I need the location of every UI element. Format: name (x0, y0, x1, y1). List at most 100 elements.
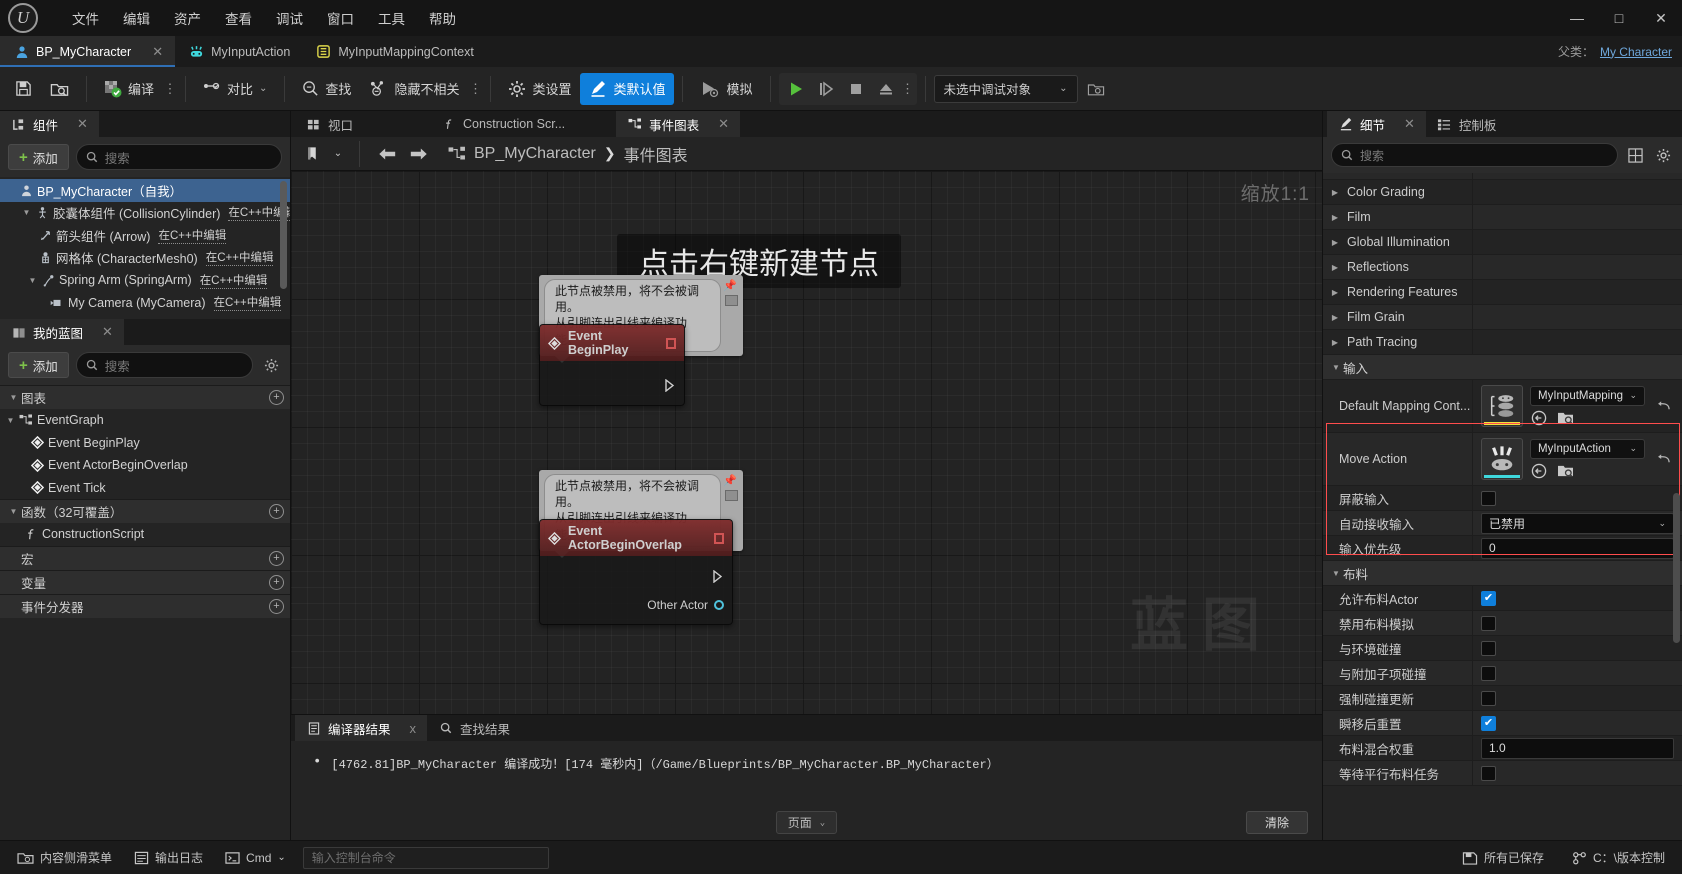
blueprint-graph-canvas[interactable]: 缩放1:1 蓝图 点击右键新建节点 此节点被禁用，将不会被调用。 从引脚连出引线… (291, 171, 1322, 714)
component-row-capsule[interactable]: ▼ 胶囊体组件 (CollisionCylinder) 在C++中编辑 (0, 202, 290, 225)
edit-in-cpp-link[interactable]: 在C++中编辑 (158, 227, 227, 244)
use-selected-icon[interactable] (1530, 462, 1548, 480)
class-defaults-button[interactable]: 类默认值 (580, 72, 675, 105)
simulate-button[interactable]: 模拟 (691, 73, 761, 105)
section-header-functions[interactable]: ▼ 函数（32可覆盖） + (0, 499, 290, 523)
menu-help[interactable]: 帮助 (417, 3, 468, 33)
add-macro-button[interactable]: + (269, 550, 284, 566)
components-tab-close-icon[interactable]: ✕ (77, 116, 88, 132)
play-options-kebab[interactable]: ⋮ (901, 73, 915, 105)
expand-arrow[interactable]: ▼ (4, 416, 17, 425)
category-row-film-grain[interactable]: ▶ Film Grain (1323, 305, 1682, 330)
hide-options-kebab[interactable]: ⋮ (468, 73, 482, 105)
parent-class-link[interactable]: My Character (1600, 45, 1672, 59)
checkbox-allow-cloth-actors[interactable] (1481, 590, 1496, 606)
add-function-button[interactable]: + (269, 504, 284, 519)
details-search-input[interactable]: 搜索 (1331, 143, 1618, 167)
content-drawer-button[interactable]: 内容侧滑菜单 (8, 845, 121, 871)
maximize-button[interactable]: □ (1598, 0, 1640, 36)
tab-find-results[interactable]: 查找结果 (427, 715, 521, 741)
collapse-arrow[interactable]: ▼ (6, 507, 21, 516)
my-blueprint-search-input[interactable]: 搜索 (75, 352, 253, 378)
edit-in-cpp-link[interactable]: 在C++中编辑 (213, 294, 282, 312)
page-selector[interactable]: 页面 ⌄ (775, 811, 838, 834)
tree-item-event-tick[interactable]: Event Tick (0, 477, 290, 500)
tab-construction-script[interactable]: Construction Scr... (430, 111, 576, 137)
compile-options-kebab[interactable]: ⋮ (163, 73, 177, 105)
gear-icon[interactable] (1652, 144, 1674, 166)
chevron-right-icon[interactable]: ▶ (1328, 313, 1342, 322)
debug-browse-icon[interactable] (1078, 73, 1114, 105)
asset-thumbnail-input-mapping-context[interactable] (1481, 385, 1523, 427)
browse-icon[interactable] (1556, 462, 1574, 480)
menu-file[interactable]: 文件 (60, 3, 111, 33)
section-header-graphs[interactable]: ▼ 图表 + (0, 385, 290, 409)
node-output-pin-other-actor[interactable]: Other Actor (647, 598, 724, 612)
section-header-macros[interactable]: ▼ 宏 + (0, 545, 290, 570)
blueprint-node-event-actorbeginoverlap[interactable]: Event ActorBeginOverlap Other Actor (539, 519, 733, 625)
results-tab-close-icon[interactable]: x (410, 721, 417, 736)
tab-details[interactable]: 细节 ✕ (1327, 111, 1426, 137)
stop-button[interactable] (841, 74, 871, 104)
asset-tab-bp-mycharacter[interactable]: BP_MyCharacter ✕ (0, 36, 176, 67)
details-property-list[interactable]: ▶ Color Grading ▶ Film ▶ Global Illuminatio… (1323, 173, 1682, 840)
save-button[interactable] (6, 73, 41, 105)
collapse-arrow[interactable]: ▼ (6, 393, 21, 402)
category-row-path-tracing[interactable]: ▶ Path Tracing (1323, 330, 1682, 355)
browse-button[interactable] (41, 73, 78, 105)
exec-output-pin[interactable] (713, 570, 724, 583)
section-header-variables[interactable]: ▼ 变量 + (0, 569, 290, 594)
my-blueprint-tab-close-icon[interactable]: ✕ (102, 324, 113, 340)
checkbox-collide-with-environment[interactable] (1481, 640, 1496, 656)
asset-tab-myinputmappingcontext[interactable]: MyInputMappingContext (302, 36, 486, 67)
checkbox-wait-for-parallel-cloth-task[interactable] (1481, 765, 1496, 781)
blueprint-node-event-beginplay[interactable]: Event BeginPlay (539, 324, 685, 406)
revert-icon[interactable] (1652, 400, 1674, 413)
console-command-input[interactable]: 输入控制台命令 (302, 846, 549, 869)
dropdown-auto-receive-input[interactable]: 已禁用 ⌄ (1481, 512, 1674, 534)
my-blueprint-settings-icon[interactable] (260, 354, 282, 376)
object-pin-icon[interactable] (714, 600, 724, 610)
menu-view[interactable]: 查看 (213, 3, 264, 33)
breadcrumb-root[interactable]: BP_MyCharacter (474, 145, 596, 163)
chevron-right-icon[interactable]: ▶ (1328, 338, 1342, 347)
tab-palette[interactable]: 控制板 (1426, 111, 1508, 137)
chevron-right-icon[interactable]: ▶ (1328, 263, 1342, 272)
category-row-rendering-features[interactable]: ▶ Rendering Features (1323, 280, 1682, 305)
comment-resize-handle[interactable] (725, 490, 738, 501)
component-row-mesh[interactable]: 网格体 (CharacterMesh0) 在C++中编辑 (0, 247, 290, 270)
eject-button[interactable] (871, 74, 901, 104)
chevron-right-icon[interactable]: ▶ (1328, 238, 1342, 247)
add-event-dispatcher-button[interactable]: + (269, 598, 284, 614)
asset-thumbnail-input-action[interactable] (1481, 438, 1523, 480)
menu-edit[interactable]: 编辑 (111, 3, 162, 33)
source-control-button[interactable]: C：\版本控制 (1563, 845, 1674, 871)
details-tab-close-icon[interactable]: ✕ (1404, 116, 1415, 132)
chevron-right-icon[interactable]: ▶ (1328, 188, 1342, 197)
tab-compiler-results[interactable]: 编译器结果 x (295, 715, 428, 741)
class-settings-button[interactable]: 类设置 (499, 73, 580, 105)
category-row-film[interactable]: ▶ Film (1323, 205, 1682, 230)
components-search-input[interactable]: 搜索 (75, 144, 282, 170)
close-window-button[interactable]: ✕ (1640, 0, 1682, 36)
asset-dropdown-default-mapping-context[interactable]: MyInputMapping ⌄ (1530, 385, 1645, 406)
menu-tools[interactable]: 工具 (366, 3, 417, 33)
tree-item-event-beginplay[interactable]: Event BeginPlay (0, 432, 290, 455)
tree-item-event-actorbeginoverlap[interactable]: Event ActorBeginOverlap (0, 454, 290, 477)
checkbox-reset-after-teleport[interactable] (1481, 715, 1496, 731)
add-component-button[interactable]: + 添加 (8, 144, 69, 170)
cloth-blend-weight-field[interactable]: 1.0 (1481, 737, 1674, 759)
find-button[interactable]: 查找 (293, 73, 360, 105)
minimize-button[interactable]: — (1556, 0, 1598, 36)
comment-resize-handle[interactable] (725, 295, 738, 306)
chevron-down-icon[interactable]: ▼ (1329, 363, 1343, 372)
category-row-global-illumination[interactable]: ▶ Global Illumination (1323, 230, 1682, 255)
tree-item-eventgraph[interactable]: ▼ EventGraph (0, 409, 290, 432)
component-row-mycamera[interactable]: My Camera (MyCamera) 在C++中编辑 (0, 292, 290, 315)
input-priority-field[interactable]: 0 (1481, 537, 1674, 559)
add-variable-button[interactable]: + (269, 574, 284, 590)
asset-tab-myinputaction[interactable]: MyInputAction (175, 36, 302, 67)
add-graph-button[interactable]: + (269, 390, 284, 405)
category-row-input[interactable]: ▼ 输入 (1323, 355, 1682, 380)
checkbox-block-input[interactable] (1481, 490, 1496, 506)
